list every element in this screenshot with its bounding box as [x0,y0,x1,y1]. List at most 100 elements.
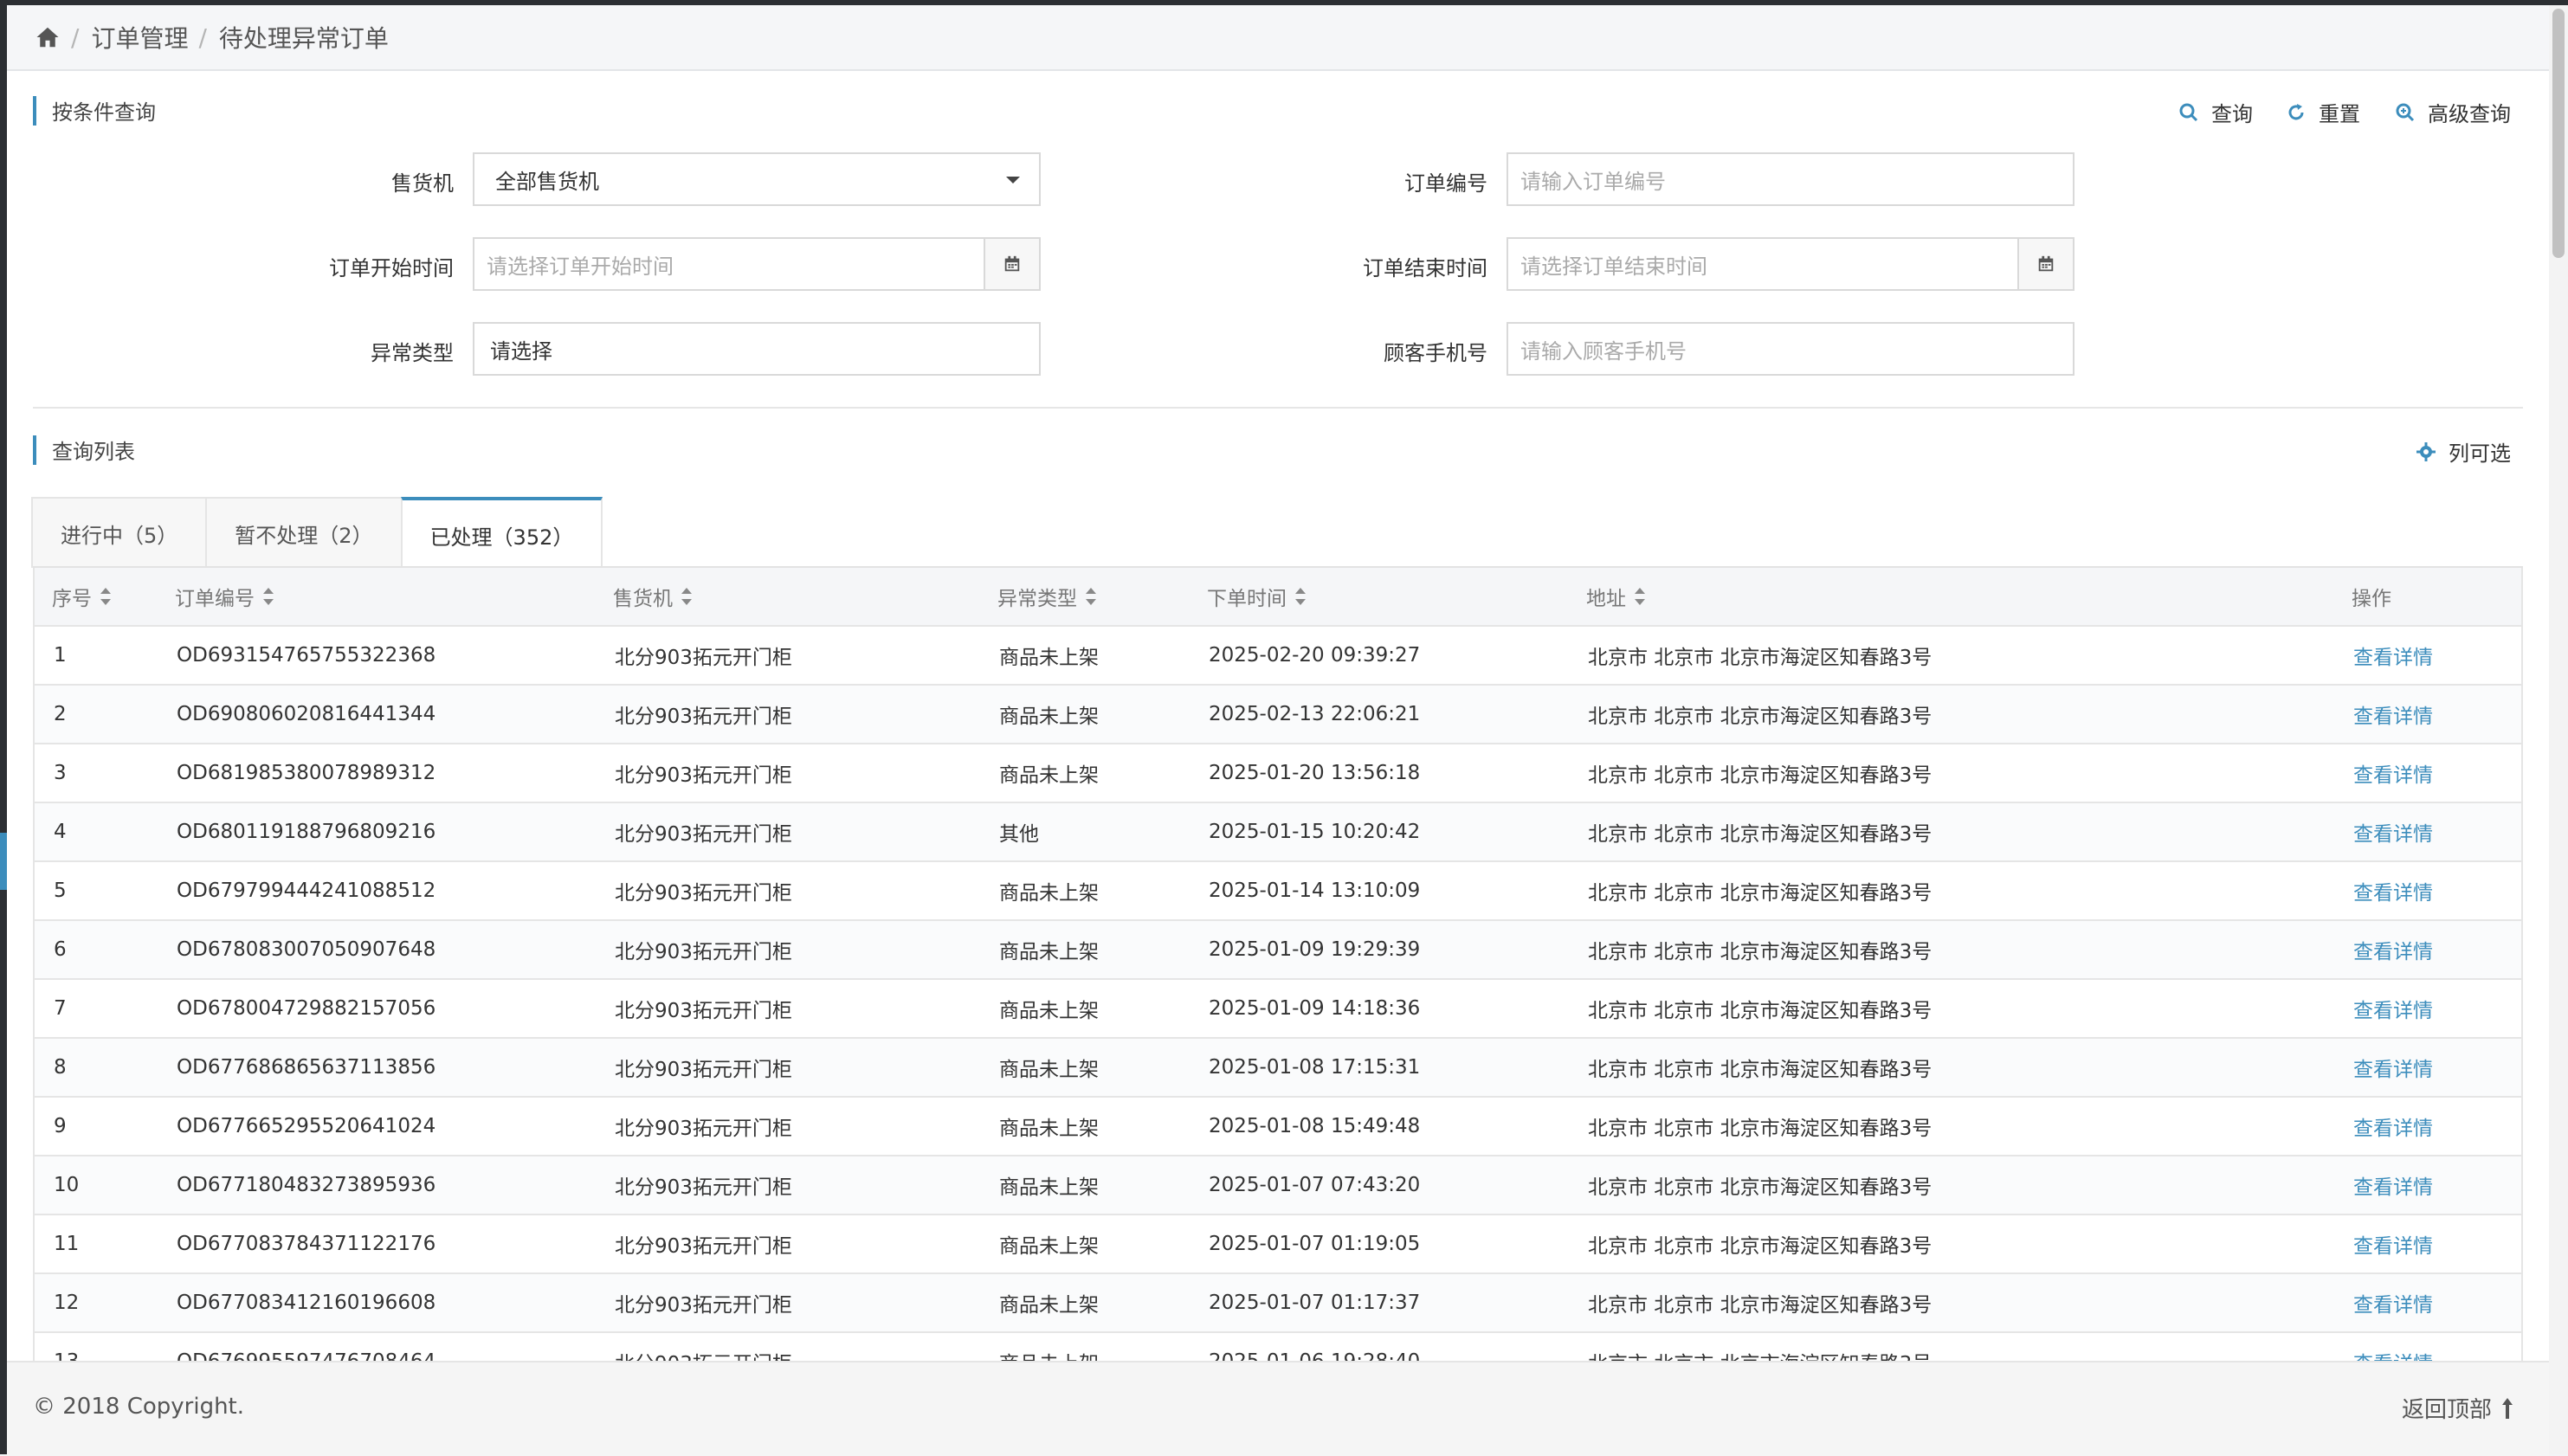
cell-order-no: OD677083784371122176 [177,1233,436,1255]
header-machine[interactable]: 售货机 [613,568,692,625]
cell-time: 2025-02-13 22:06:21 [1209,703,1421,725]
orders-table: 序号 订单编号 售货机 异常类型 下单时间 地址 操作 1 OD693154765… [33,566,2523,1361]
breadcrumb-item-order-management[interactable]: 订单管理 [91,20,188,55]
list-section-title: 查询列表 [33,435,135,465]
cell-machine: 北分903拓元开门柜 [615,882,792,905]
cell-order-no: OD680119188796809216 [177,821,436,843]
cell-index: 1 [54,644,67,667]
exception-type-select[interactable]: 请选择 [473,322,1041,376]
vending-machine-label: 售货机 [391,171,454,196]
tab-processed[interactable]: 已处理（352） [400,497,603,570]
header-order-no[interactable]: 订单编号 [175,568,274,625]
cell-type: 商品未上架 [999,1059,1099,1081]
cell-order-no: OD677083412160196608 [177,1292,436,1314]
view-detail-link[interactable]: 查看详情 [2353,1333,2433,1361]
cell-time: 2025-01-20 13:56:18 [1209,762,1421,784]
header-action-label: 操作 [2352,588,2391,610]
column-select-button[interactable]: 列可选 [2416,436,2511,467]
cell-type: 商品未上架 [999,1235,1099,1258]
cell-type: 商品未上架 [999,705,1099,728]
view-detail-link[interactable]: 查看详情 [2353,1274,2433,1331]
view-detail-link[interactable]: 查看详情 [2353,686,2433,743]
cell-machine: 北分903拓元开门柜 [615,647,792,669]
cell-machine: 北分903拓元开门柜 [615,941,792,963]
cell-type: 商品未上架 [999,1118,1099,1140]
start-time-placeholder: 请选择订单开始时间 [487,254,674,279]
main-panel: 按条件查询 查询 重置 高级查询 售货机 全部售货机 订单编号 请输入订单编号 … [7,71,2549,1361]
view-detail-link[interactable]: 查看详情 [2353,921,2433,978]
view-detail-link[interactable]: 查看详情 [2353,1098,2433,1155]
view-detail-link[interactable]: 查看详情 [2353,1039,2433,1096]
advanced-query-button[interactable]: 高级查询 [2395,97,2511,127]
view-detail-link[interactable]: 查看详情 [2353,1156,2433,1214]
header-time-label: 下单时间 [1207,588,1287,610]
breadcrumb-item-current: 待处理异常订单 [218,24,389,53]
cell-time: 2025-01-09 19:29:39 [1209,938,1421,961]
sort-icon [1295,588,1306,605]
gear-icon [2416,441,2436,461]
cell-type: 商品未上架 [999,647,1099,669]
header-type[interactable]: 异常类型 [997,568,1096,625]
start-time-input[interactable]: 请选择订单开始时间 [473,237,1041,291]
header-address[interactable]: 地址 [1586,568,1645,625]
tab-in-progress[interactable]: 进行中（5） [31,497,208,568]
home-icon[interactable] [35,24,61,50]
cell-type: 商品未上架 [999,941,1099,963]
cell-address: 北京市 北京市 北京市海淀区知春路3号 [1588,764,1932,787]
sort-icon [1635,588,1645,605]
cell-time: 2025-01-06 19:28:40 [1209,1333,1420,1361]
cell-time: 2025-02-20 09:39:27 [1209,644,1421,667]
view-detail-link[interactable]: 查看详情 [2353,862,2433,919]
phone-input[interactable]: 请输入顾客手机号 [1507,322,2074,376]
table-row: 7 OD678004729882157056 北分903拓元开门柜 商品未上架 2025… [33,980,2523,1039]
chevron-down-icon [1006,177,1020,184]
view-detail-link[interactable]: 查看详情 [2353,803,2433,860]
order-no-placeholder: 请输入订单编号 [1520,169,1666,194]
cell-machine: 北分903拓元开门柜 [615,1000,792,1022]
cell-order-no: OD677180483273895936 [177,1174,436,1196]
search-section-title-text: 按条件查询 [52,100,156,125]
cell-address: 北京市 北京市 北京市海淀区知春路3号 [1588,1000,1932,1022]
column-select-label: 列可选 [2449,441,2511,466]
header-index[interactable]: 序号 [52,568,111,625]
refresh-icon [2288,103,2304,119]
calendar-icon[interactable] [984,239,1039,289]
query-button[interactable]: 查询 [2178,97,2253,127]
cell-address: 北京市 北京市 北京市海淀区知春路3号 [1588,882,1932,905]
left-sidebar-edge [0,0,7,1454]
back-to-top-button[interactable]: 返回顶部 [2402,1392,2514,1424]
view-detail-link[interactable]: 查看详情 [2353,1215,2433,1272]
reset-button[interactable]: 重置 [2286,97,2360,127]
table-row: 10 OD677180483273895936 北分903拓元开门柜 商品未上架 202… [33,1156,2523,1215]
calendar-icon[interactable] [2017,239,2073,289]
breadcrumb: / 订单管理 / 待处理异常订单 [7,5,2549,71]
cell-index: 9 [54,1115,67,1137]
table-row: 9 OD677665295520641024 北分903拓元开门柜 商品未上架 2025… [33,1098,2523,1156]
scrollbar-thumb[interactable] [2552,9,2565,258]
cell-address: 北京市 北京市 北京市海淀区知春路3号 [1588,1333,1932,1361]
view-detail-link[interactable]: 查看详情 [2353,744,2433,802]
header-address-label: 地址 [1586,588,1626,610]
cell-type: 其他 [999,823,1039,846]
cell-order-no: OD678083007050907648 [177,938,436,961]
sort-icon [1086,588,1096,605]
view-detail-link[interactable]: 查看详情 [2353,980,2433,1037]
cell-machine: 北分903拓元开门柜 [615,705,792,728]
cell-time: 2025-01-09 14:18:36 [1209,997,1421,1020]
tab-deferred[interactable]: 暂不处理（2） [205,497,403,568]
vending-machine-select[interactable]: 全部售货机 [473,152,1041,206]
zoom-search-icon [2396,103,2415,121]
view-detail-link[interactable]: 查看详情 [2353,627,2433,684]
section-accent-bar [33,435,36,465]
cell-type: 商品未上架 [999,1294,1099,1317]
cell-index: 3 [54,762,67,784]
header-time[interactable]: 下单时间 [1207,568,1306,625]
section-divider [33,407,2523,409]
reset-button-label: 重置 [2319,102,2360,126]
cell-time: 2025-01-14 13:10:09 [1209,879,1421,902]
order-no-input[interactable]: 请输入订单编号 [1507,152,2074,206]
table-row: 3 OD681985380078989312 北分903拓元开门柜 商品未上架 2025… [33,744,2523,803]
table-row: 6 OD678083007050907648 北分903拓元开门柜 商品未上架 2025… [33,921,2523,980]
end-time-input[interactable]: 请选择订单结束时间 [1507,237,2074,291]
cell-order-no: OD677686865637113856 [177,1056,436,1079]
